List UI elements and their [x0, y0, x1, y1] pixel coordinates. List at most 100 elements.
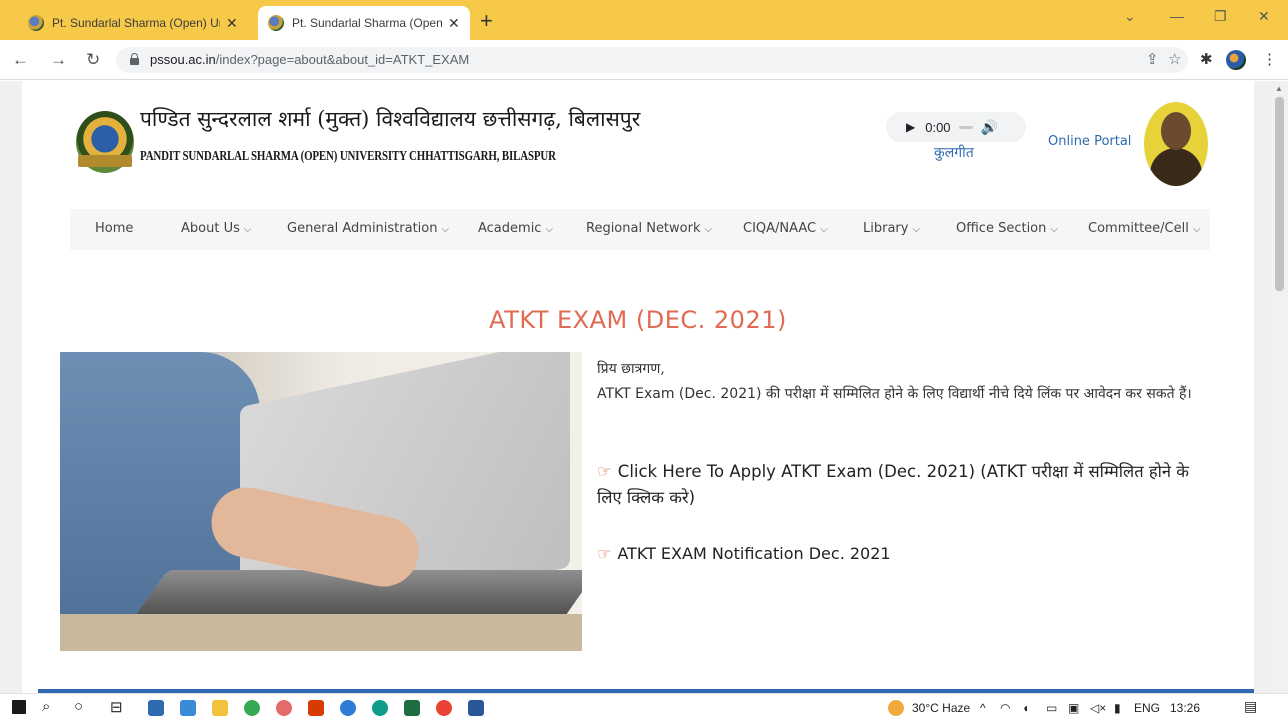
weather-icon[interactable] — [888, 700, 904, 716]
nav-item-committee-cell[interactable]: Committee/Cell ⌵ — [1088, 221, 1200, 236]
back-icon[interactable]: ← — [12, 50, 29, 70]
intro-paragraph: ATKT Exam (Dec. 2021) की परीक्षा में सम्… — [597, 386, 1192, 402]
browser-tab-2-active[interactable]: Pt. Sundarlal Sharma (Open) Univ ✕ — [258, 6, 470, 40]
meet-icon[interactable]: ▭ — [1046, 701, 1057, 715]
nav-item-ciqa-naac[interactable]: CIQA/NAAC ⌵ — [743, 221, 828, 236]
close-window-icon[interactable]: ✕ — [1258, 8, 1270, 25]
apply-atkt-link[interactable]: ☞ Click Here To Apply ATKT Exam (Dec. 202… — [597, 459, 1217, 511]
apply-link-text[interactable]: Click Here To Apply ATKT Exam (Dec. 2021… — [597, 462, 1189, 507]
speaker-muted-icon[interactable]: ◁× — [1090, 701, 1106, 715]
nav-item-regional-network[interactable]: Regional Network ⌵ — [586, 221, 712, 236]
nav-item-academic[interactable]: Academic ⌵ — [478, 221, 553, 236]
weather-text[interactable]: 30°C Haze — [912, 701, 970, 715]
app-icon[interactable] — [180, 700, 196, 716]
file-explorer-icon[interactable] — [212, 700, 228, 716]
play-icon[interactable]: ▶ — [906, 120, 915, 134]
forward-icon[interactable]: → — [50, 50, 67, 70]
lock-icon — [130, 53, 139, 65]
notification-link-text[interactable]: ATKT EXAM Notification Dec. 2021 — [617, 544, 890, 563]
chevron-down-icon: ⌵ — [912, 224, 921, 235]
volume-icon[interactable]: 🔊 — [981, 119, 998, 136]
profile-avatar[interactable] — [1226, 50, 1246, 70]
chevron-down-icon: ⌵ — [1192, 224, 1201, 235]
browser-tab-strip: Pt. Sundarlal Sharma (Open) Univ ✕ Pt. S… — [0, 0, 1288, 40]
notifications-icon[interactable]: ▤ — [1244, 698, 1257, 715]
atkt-notification-link[interactable]: ☞ ATKT EXAM Notification Dec. 2021 — [597, 544, 891, 563]
reload-icon[interactable]: ↻ — [86, 50, 100, 70]
scrollbar-thumb[interactable] — [1275, 97, 1284, 291]
url-text: pssou.ac.in/index?page=about&about_id=AT… — [150, 52, 469, 67]
tab-search-icon[interactable]: ⌄ — [1124, 8, 1136, 25]
office-icon[interactable] — [308, 700, 324, 716]
pointing-hand-icon: ☞ — [597, 544, 612, 563]
page-viewport: पण्डित सुन्दरलाल शर्मा (मुक्त) विश्वविद्… — [0, 81, 1288, 693]
audio-time: 0:00 — [925, 119, 951, 135]
windows-start-icon[interactable] — [12, 700, 26, 714]
chevron-down-icon: ⌵ — [243, 224, 252, 235]
nav-item-home[interactable]: Home — [95, 221, 133, 236]
mail-app-icon[interactable] — [148, 700, 164, 716]
page-title: ATKT EXAM (DEC. 2021) — [489, 306, 787, 334]
nav-label: General Administration — [287, 221, 438, 236]
word-icon[interactable] — [468, 700, 484, 716]
nav-item-about-us[interactable]: About Us ⌵ — [181, 221, 251, 236]
chrome-icon[interactable] — [436, 700, 452, 716]
greeting-text: प्रिय छात्रगण, — [597, 361, 665, 377]
nav-item-office-section[interactable]: Office Section ⌵ — [956, 221, 1058, 236]
chevron-down-icon: ⌵ — [820, 224, 828, 235]
app-icon[interactable] — [340, 700, 356, 716]
show-hidden-icons-icon[interactable]: ^ — [980, 701, 986, 715]
network-icon[interactable]: ◠ — [1000, 701, 1010, 715]
audio-progress[interactable] — [958, 125, 973, 129]
browser-toolbar: ← → ↻ pssou.ac.in/index?page=about&about… — [0, 40, 1288, 80]
chevron-down-icon: ⌵ — [704, 224, 713, 235]
university-favicon-icon — [28, 15, 44, 31]
online-portal-link[interactable]: Online Portal — [1048, 134, 1131, 149]
university-favicon-icon — [268, 15, 284, 31]
address-bar[interactable]: pssou.ac.in/index?page=about&about_id=AT… — [116, 47, 1188, 73]
new-tab-icon[interactable]: + — [480, 8, 493, 34]
clock[interactable]: 13:26 — [1170, 701, 1200, 715]
laptop-photo — [60, 352, 582, 651]
battery-icon[interactable]: ▮ — [1114, 701, 1121, 715]
volume-icon[interactable]: ◖ — [1022, 701, 1029, 715]
nav-label: Academic — [478, 221, 542, 236]
display-icon[interactable]: ▣ — [1068, 701, 1079, 715]
page-scrollbar[interactable]: ▲ — [1271, 81, 1288, 693]
university-name-hindi: पण्डित सुन्दरलाल शर्मा (मुक्त) विश्वविद्… — [140, 107, 641, 131]
task-view-icon[interactable]: ⊟ — [110, 698, 123, 716]
excel-icon[interactable] — [404, 700, 420, 716]
edge-icon[interactable] — [372, 700, 388, 716]
chevron-down-icon: ⌵ — [441, 224, 450, 235]
chrome-icon[interactable] — [244, 700, 260, 716]
nav-label: Home — [95, 221, 134, 236]
share-icon[interactable]: ⇪ — [1146, 50, 1159, 68]
extensions-puzzle-icon[interactable]: ✱ — [1200, 50, 1213, 68]
scroll-up-icon[interactable]: ▲ — [1275, 84, 1283, 93]
language-indicator[interactable]: ENG — [1134, 701, 1160, 715]
app-icon[interactable] — [276, 700, 292, 716]
restore-icon[interactable]: ❐ — [1214, 8, 1227, 25]
pointing-hand-icon: ☞ — [597, 462, 612, 481]
close-tab-icon[interactable]: ✕ — [448, 15, 460, 32]
chevron-down-icon: ⌵ — [1050, 224, 1058, 235]
university-name-english: PANDIT SUNDARLAL SHARMA (OPEN) UNIVERSIT… — [140, 149, 556, 164]
nav-label: Office Section — [956, 221, 1047, 236]
kulgeet-audio-player[interactable]: ▶ 0:00 🔊 — [886, 112, 1026, 142]
tab-title: Pt. Sundarlal Sharma (Open) Univ — [52, 16, 220, 30]
university-logo[interactable] — [76, 111, 134, 173]
nav-item-library[interactable]: Library ⌵ — [863, 221, 920, 236]
minimize-icon[interactable]: — — [1170, 8, 1184, 24]
close-tab-icon[interactable]: ✕ — [226, 15, 238, 32]
cortana-icon[interactable]: ○ — [74, 698, 83, 715]
nav-label: Committee/Cell — [1088, 221, 1189, 236]
browser-tab-1[interactable]: Pt. Sundarlal Sharma (Open) Univ ✕ — [18, 6, 254, 40]
browser-menu-icon[interactable]: ⋮ — [1262, 50, 1277, 68]
nav-item-general-administration[interactable]: General Administration ⌵ — [287, 221, 449, 236]
search-icon[interactable]: ⌕ — [42, 698, 50, 715]
bookmark-star-icon[interactable]: ☆ — [1168, 50, 1181, 68]
tab-title: Pt. Sundarlal Sharma (Open) Univ — [292, 16, 442, 30]
web-page: पण्डित सुन्दरलाल शर्मा (मुक्त) विश्वविद्… — [22, 81, 1254, 693]
nav-label: Regional Network — [586, 221, 701, 236]
kulgeet-label: कुलगीत — [934, 145, 974, 161]
